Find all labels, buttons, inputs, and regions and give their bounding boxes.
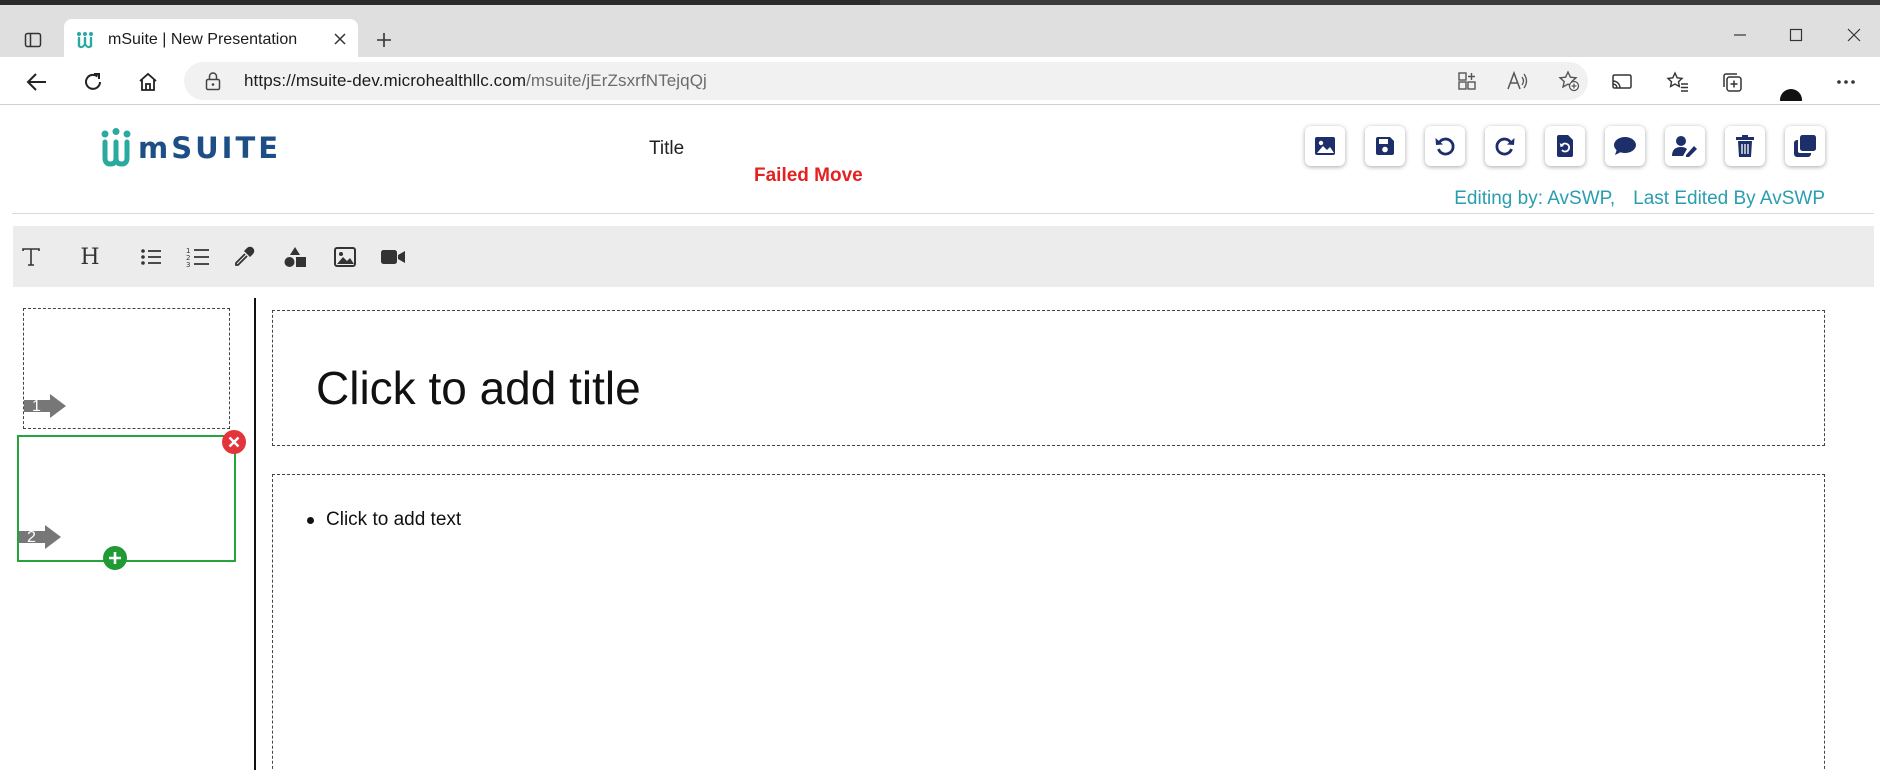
add-favorite-icon[interactable] xyxy=(1558,70,1580,92)
text-icon[interactable] xyxy=(17,243,45,271)
close-window-icon[interactable] xyxy=(1834,21,1874,49)
collections-icon[interactable] xyxy=(1718,68,1746,96)
home-icon[interactable] xyxy=(133,67,163,97)
tab-title: mSuite | New Presentation xyxy=(108,31,298,48)
address-bar: https://msuite-dev.microhealthllc.com/ms… xyxy=(0,57,1880,105)
maximize-icon[interactable] xyxy=(1776,21,1816,49)
undo-icon xyxy=(1435,137,1455,156)
version-history-button[interactable] xyxy=(1545,126,1585,166)
slide-body-placeholder[interactable]: Click to add text xyxy=(272,474,1825,770)
comments-button[interactable] xyxy=(1605,126,1645,166)
save-button[interactable] xyxy=(1365,126,1405,166)
lock-icon[interactable] xyxy=(204,71,222,95)
numbered-list-icon[interactable]: 123 xyxy=(184,243,212,271)
save-icon xyxy=(1376,137,1394,155)
heading-glyph: H xyxy=(80,244,100,270)
insert-image-button[interactable] xyxy=(1305,126,1345,166)
document-title[interactable]: Title xyxy=(649,138,684,160)
undo-button[interactable] xyxy=(1425,126,1465,166)
shapes-icon[interactable] xyxy=(281,243,309,271)
url-path: /msuite/jErZsxrfNTejqQj xyxy=(526,71,707,90)
insert-image-format-icon[interactable] xyxy=(331,243,359,271)
redo-icon xyxy=(1495,137,1515,156)
url-text: https://msuite-dev.microhealthllc.com/ms… xyxy=(244,71,707,91)
delete-button[interactable] xyxy=(1725,126,1765,166)
editing-info: Editing by: AvSWP, Last Edited By AvSWP xyxy=(1454,188,1825,210)
slide-number-arrow-icon xyxy=(19,525,61,549)
browser-tab-bar: mSuite | New Presentation xyxy=(0,5,1880,62)
video-icon[interactable] xyxy=(379,243,407,271)
close-tab-icon[interactable] xyxy=(330,29,350,49)
reload-icon[interactable] xyxy=(78,67,108,97)
slide-number: 1 xyxy=(32,398,41,415)
format-toolbar: H 123 xyxy=(13,226,1874,287)
redo-button[interactable] xyxy=(1485,126,1525,166)
bullet-icon xyxy=(307,516,314,524)
editing-by-text: Editing by: AvSWP, xyxy=(1454,188,1616,209)
collaborators-button[interactable] xyxy=(1665,126,1705,166)
slide-number: 2 xyxy=(27,529,36,546)
trash-icon xyxy=(1736,135,1754,157)
svg-text:3: 3 xyxy=(186,261,190,268)
thumbnail-divider xyxy=(254,298,256,770)
minimize-icon[interactable] xyxy=(1720,21,1760,49)
new-tab-icon[interactable] xyxy=(370,26,398,54)
eyedropper-icon[interactable] xyxy=(230,243,258,271)
last-edited-text: Last Edited By AvSWP xyxy=(1633,188,1825,209)
delete-slide-icon[interactable] xyxy=(222,430,246,454)
slide-thumbnail-1[interactable]: 1 xyxy=(23,308,230,429)
heading-icon[interactable]: H xyxy=(76,243,104,271)
copy-icon xyxy=(1794,135,1816,157)
back-icon[interactable] xyxy=(22,67,52,97)
msuite-favicon-icon xyxy=(76,31,94,53)
logo-text: mSUITE xyxy=(138,131,282,165)
image-icon xyxy=(1315,137,1335,155)
status-message: Failed Move xyxy=(754,165,863,186)
title-placeholder-text: Click to add title xyxy=(316,362,641,414)
app-available-icon[interactable] xyxy=(1456,70,1478,92)
header-divider xyxy=(12,213,1874,214)
slide-thumbnail-2[interactable]: 2 xyxy=(17,435,236,562)
bullet-list-icon[interactable] xyxy=(137,243,165,271)
msuite-logo-icon xyxy=(101,128,131,167)
user-edit-icon xyxy=(1672,136,1697,157)
tab-actions-icon[interactable] xyxy=(16,23,50,57)
cast-icon[interactable] xyxy=(1608,68,1636,96)
duplicate-button[interactable] xyxy=(1785,126,1825,166)
url-host: https://msuite-dev.microhealthllc.com xyxy=(244,71,527,90)
favorites-icon[interactable] xyxy=(1664,68,1692,96)
read-aloud-icon[interactable] xyxy=(1506,70,1528,92)
list-item: Click to add text xyxy=(307,509,461,531)
slide-number-arrow-icon xyxy=(24,394,66,418)
msuite-app: mSUITE Title Failed Move Editing by: AvS… xyxy=(0,106,1880,770)
profile-avatar[interactable] xyxy=(1772,65,1810,101)
body-placeholder-text: Click to add text xyxy=(326,509,462,530)
msuite-logo[interactable]: mSUITE xyxy=(100,128,281,168)
browser-tab[interactable]: mSuite | New Presentation xyxy=(64,19,358,62)
slide-title-placeholder[interactable]: Click to add title xyxy=(272,310,1825,446)
more-options-icon[interactable] xyxy=(1832,68,1860,96)
url-field[interactable]: https://msuite-dev.microhealthllc.com/ms… xyxy=(184,62,1588,100)
add-slide-icon[interactable] xyxy=(103,546,127,570)
history-icon xyxy=(1557,135,1573,157)
comment-icon xyxy=(1614,137,1636,155)
